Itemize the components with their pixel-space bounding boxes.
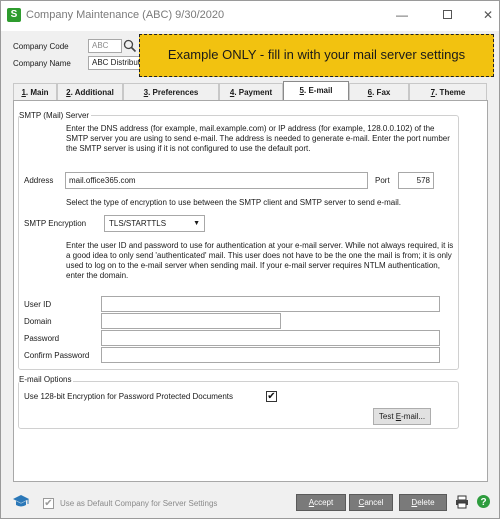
confirm-password-label: Confirm Password [24, 351, 90, 360]
accept-button[interactable]: Accept [296, 494, 346, 511]
maximize-button[interactable] [438, 7, 456, 23]
maximize-icon [442, 10, 452, 19]
smtp-encryption-select[interactable]: TLS/STARTTLS ▼ [104, 215, 205, 232]
company-name-input[interactable]: ABC Distribution [88, 56, 140, 70]
company-code-input[interactable]: ABC [88, 39, 122, 53]
tab-email[interactable]: 5. E-mail [283, 81, 349, 101]
pdf-encryption-checkbox[interactable]: ✔ [266, 391, 277, 402]
authentication-description: Enter the user ID and password to use fo… [66, 241, 454, 280]
svg-text:?: ? [480, 497, 486, 508]
company-maintenance-window: S Company Maintenance (ABC) 9/30/2020 — … [0, 0, 500, 519]
default-company-label: Use as Default Company for Server Settin… [60, 499, 218, 508]
tab-main[interactable]: 1. Main [13, 83, 57, 100]
domain-label: Domain [24, 317, 52, 326]
close-button[interactable]: ✕ [479, 7, 497, 23]
smtp-encryption-value: TLS/STARTTLS [109, 219, 167, 228]
dropdown-arrow-icon: ▼ [193, 220, 200, 227]
smtp-address-input[interactable]: mail.office365.com [65, 172, 368, 189]
confirm-password-input[interactable] [101, 347, 440, 363]
port-input[interactable]: 578 [398, 172, 434, 189]
title-bar: S Company Maintenance (ABC) 9/30/2020 — … [1, 1, 499, 31]
pdf-encryption-label: Use 128-bit Encryption for Password Prot… [24, 392, 233, 401]
smtp-group-title: SMTP (Mail) Server [19, 111, 92, 120]
tab-additional[interactable]: 2. Additional [57, 83, 123, 100]
smtp-encryption-label: SMTP Encryption [24, 219, 87, 228]
tab-theme[interactable]: 7. Theme [409, 83, 487, 100]
domain-input[interactable] [101, 313, 281, 329]
example-callout-note: Example ONLY - fill in with your mail se… [139, 34, 494, 77]
encryption-description: Select the type of encryption to use bet… [66, 198, 401, 207]
test-email-button[interactable]: Test E-mail... [373, 408, 431, 425]
address-label: Address [24, 176, 54, 185]
delete-button[interactable]: Delete [399, 494, 447, 511]
email-tab-panel: SMTP (Mail) Server Enter the DNS address… [13, 100, 488, 482]
printer-icon[interactable] [455, 495, 469, 509]
tab-preferences[interactable]: 3. Preferences [123, 83, 219, 100]
tab-payment[interactable]: 4. Payment [219, 83, 283, 100]
user-id-input[interactable] [101, 296, 440, 312]
smtp-address-description: Enter the DNS address (for example, mail… [66, 124, 450, 153]
tab-fax[interactable]: 6. Fax [349, 83, 409, 100]
password-label: Password [24, 334, 60, 343]
tab-bar: 1. Main 2. Additional 3. Preferences 4. … [13, 81, 487, 101]
minimize-button[interactable]: — [393, 7, 411, 23]
port-label: Port [375, 176, 390, 185]
graduation-cap-icon[interactable] [11, 493, 31, 509]
lookup-magnifier-icon[interactable] [123, 39, 137, 53]
email-options-title: E-mail Options [19, 375, 74, 384]
window-title: Company Maintenance (ABC) 9/30/2020 [26, 9, 225, 21]
sage-app-icon: S [7, 8, 21, 22]
help-icon[interactable]: ? [476, 494, 491, 509]
user-id-label: User ID [24, 300, 52, 309]
password-input[interactable] [101, 330, 440, 346]
company-code-label: Company Code [13, 42, 69, 51]
cancel-button[interactable]: Cancel [349, 494, 393, 511]
default-company-checkbox[interactable]: ✔ [43, 498, 54, 509]
company-name-label: Company Name [13, 59, 71, 68]
